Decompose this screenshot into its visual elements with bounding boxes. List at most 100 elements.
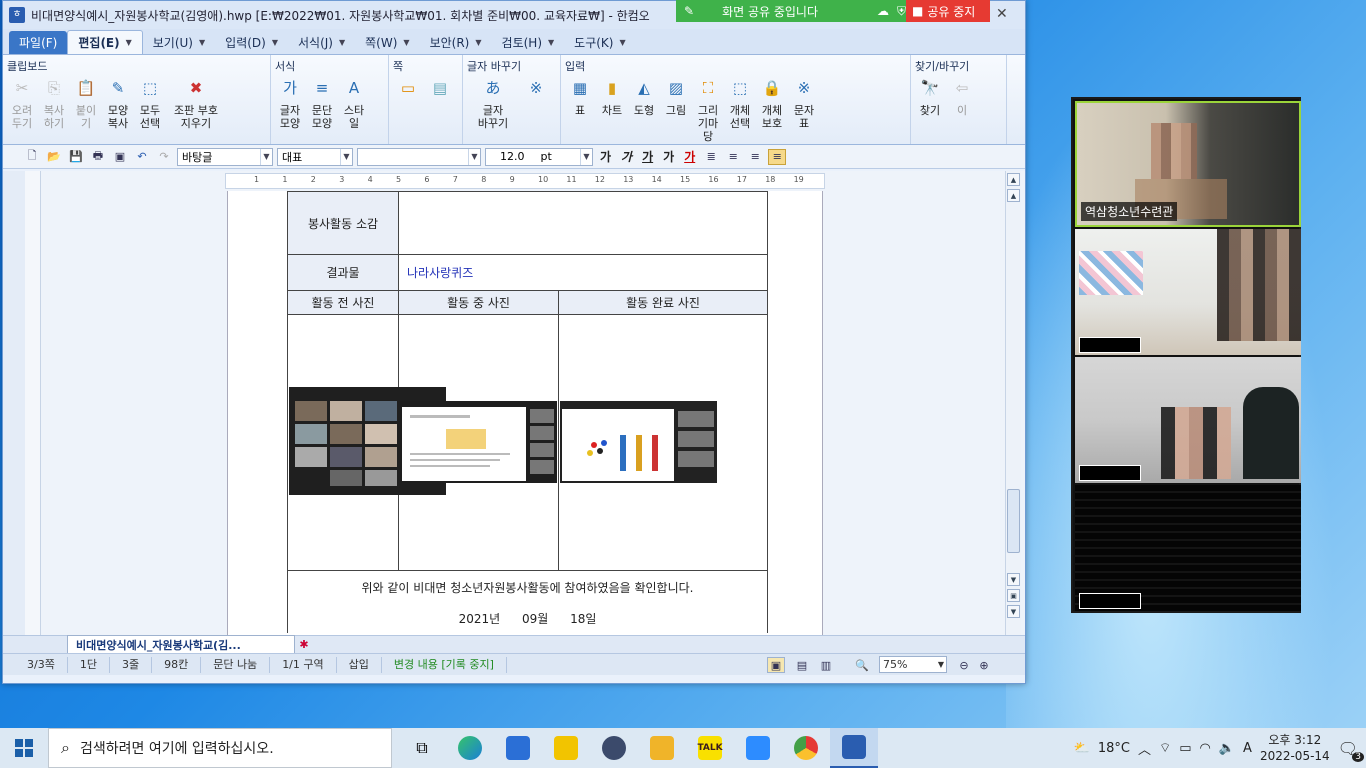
ribbon-button-clear-codes[interactable]: ✖ 조판 부호 지우기 (167, 76, 225, 130)
align-right-icon[interactable]: ≡ (768, 148, 787, 165)
photo-cell-after[interactable] (558, 314, 768, 571)
stop-share-button[interactable]: ■ 공유 중지 (906, 0, 990, 22)
align-justify-icon[interactable]: ≣ (702, 149, 720, 165)
strike-button[interactable]: 가 (660, 148, 677, 165)
video-tile-1[interactable]: 역삼청소년수련관 (1075, 101, 1301, 227)
menu-tab-3[interactable]: 입력(D) ▼ (215, 31, 288, 54)
ribbon-button-picture[interactable]: ▨ 그림 (661, 76, 691, 117)
print-preview-icon[interactable]: ▣ (111, 149, 129, 165)
chevron-down-icon[interactable]: ▼ (475, 38, 481, 47)
open-folder-icon[interactable]: 📂 (45, 149, 63, 165)
ribbon-button-copy[interactable]: ⎘ 복사하기 (39, 76, 69, 130)
language-select[interactable]: 대표 ▼ (277, 147, 353, 166)
ime-icon[interactable]: A (1243, 741, 1252, 756)
chevron-down-icon[interactable]: ▼ (339, 38, 345, 47)
ribbon-button-page[interactable]: ▭ (393, 76, 423, 104)
ribbon-button-paste[interactable]: 📋 붙이기 (71, 76, 101, 130)
menu-tab-7[interactable]: 검토(H) ▼ (492, 31, 565, 54)
ribbon-button-hanja[interactable]: ※ (521, 76, 551, 104)
menu-tab-0[interactable]: 파일(F) (9, 31, 68, 54)
menu-tab-5[interactable]: 쪽(W) ▼ (355, 31, 419, 54)
close-window-icon[interactable]: ✕ (996, 6, 1008, 22)
start-button[interactable] (0, 728, 48, 768)
notification-icon[interactable]: 🗨 3 (1338, 739, 1364, 762)
ribbon-button-char-shape[interactable]: 가 글자 모양 (275, 76, 305, 130)
ribbon-button-table[interactable]: ▦ 표 (565, 76, 595, 117)
save-icon[interactable]: 💾 (67, 149, 85, 165)
hwp-taskbar-icon[interactable] (830, 728, 878, 768)
video-tile-3[interactable] (1075, 357, 1301, 483)
video-tile-2[interactable] (1075, 229, 1301, 355)
print-icon[interactable]: 🖶 (89, 149, 107, 165)
chevron-up-icon[interactable]: ︿ (1138, 739, 1151, 758)
share-pin-icon[interactable]: ✎ (684, 4, 694, 18)
redo-icon[interactable]: ↷ (155, 149, 173, 165)
volume-icon[interactable]: 🔈 (1219, 741, 1235, 756)
ribbon-button-object-protect[interactable]: 🔒 개체 보호 (757, 76, 787, 130)
menu-tab-4[interactable]: 서식(J) ▼ (288, 31, 355, 54)
scroll-top-icon[interactable]: ▲ (1007, 173, 1020, 186)
photo-cell-before[interactable] (287, 314, 446, 571)
scroll-up-icon[interactable]: ▲ (1007, 189, 1020, 202)
view-outline-icon[interactable]: ▥ (817, 657, 835, 673)
weather-temp[interactable]: 18°C (1098, 741, 1130, 756)
zoom-select[interactable]: 75% ▼ (879, 656, 947, 673)
font-select[interactable]: ▼ (357, 147, 481, 166)
chevron-down-icon[interactable]: ▼ (126, 38, 132, 47)
status-mode[interactable]: 삽입 (337, 656, 382, 673)
quiz-screenshot[interactable] (400, 401, 557, 483)
ribbon-button-para-shape[interactable]: ≡ 문단 모양 (307, 76, 337, 130)
align-center-icon[interactable]: ≡ (746, 149, 764, 165)
horizontal-ruler[interactable]: 1 1 2 3 4 5 6 7 8 9 10 11 12 13 14 15 16 17 18 19 (225, 173, 825, 189)
confirm-cell[interactable]: 위와 같이 비대면 청소년자원봉사활동에 참여하였음을 확인합니다. 2021년… (287, 570, 768, 633)
taskbar-search[interactable]: ⌕ 검색하려면 여기에 입력하십시오. (48, 728, 392, 768)
ribbon-button-scissors[interactable]: ✂ 오려 두기 (7, 76, 37, 130)
view-normal-icon[interactable]: ▣ (767, 657, 785, 673)
zoom-out-icon[interactable]: ⊖ (955, 657, 973, 673)
document-tab[interactable]: 비대면양식예시_자원봉사학교(김... (67, 634, 295, 655)
result-value[interactable]: 나라사랑퀴즈 (398, 254, 768, 291)
impression-cell[interactable] (398, 191, 768, 255)
chevron-down-icon[interactable]: ▼ (619, 38, 625, 47)
globe-app-icon[interactable] (590, 728, 638, 768)
menu-tab-8[interactable]: 도구(K) ▼ (564, 31, 635, 54)
completion-screenshot[interactable] (560, 401, 717, 483)
video-tile-4[interactable] (1075, 485, 1301, 611)
chevron-down-icon[interactable]: ▼ (199, 38, 205, 47)
zoom-in-icon[interactable]: ⊕ (975, 657, 993, 673)
ribbon-button-clipart[interactable]: ⛶ 그리기마당 (693, 76, 723, 143)
align-left-icon[interactable]: ≡ (724, 149, 742, 165)
status-track-changes[interactable]: 변경 내용 [기록 중지] (382, 656, 507, 673)
ribbon-button-page-layout[interactable]: ▤ (425, 76, 455, 104)
ribbon-button-style[interactable]: A 스타일 (339, 76, 369, 130)
ribbon-button-char-replace[interactable]: あ 글자 바꾸기 (467, 76, 519, 130)
edge-icon[interactable] (446, 728, 494, 768)
bold-button[interactable]: 가 (597, 148, 614, 165)
ribbon-button-find[interactable]: 🔭 찾기 (915, 76, 945, 117)
ribbon-button-prev[interactable]: ⇦ 이 (947, 76, 977, 117)
ribbon-button-shape[interactable]: ◭ 도형 (629, 76, 659, 117)
ribbon-button-chart[interactable]: ▮ 차트 (597, 76, 627, 117)
menu-tab-6[interactable]: 보안(R) ▼ (420, 31, 492, 54)
ribbon-button-select-all[interactable]: ⬚ 모두 선택 (135, 76, 165, 130)
ribbon-button-object-select[interactable]: ⬚ 개체 선택 (725, 76, 755, 130)
page-next-icon[interactable]: ▼ (1007, 605, 1020, 618)
new-doc-icon[interactable]: 🗋 (23, 149, 41, 165)
chrome-icon[interactable] (782, 728, 830, 768)
menu-tab-2[interactable]: 보기(U) ▼ (143, 31, 215, 54)
style-select[interactable]: 바탕글 ▼ (177, 147, 273, 166)
kakaotalk-icon[interactable]: TALK (686, 728, 734, 768)
page-prev-icon[interactable]: ▣ (1007, 589, 1020, 602)
chevron-down-icon[interactable]: ▼ (548, 38, 554, 47)
scroll-down-icon[interactable]: ▼ (1007, 573, 1020, 586)
chevron-down-icon[interactable]: ▼ (272, 38, 278, 47)
file-explorer-icon[interactable] (638, 728, 686, 768)
font-color-button[interactable]: 가 (681, 148, 698, 165)
underline-button[interactable]: 가 (639, 148, 656, 165)
document-page[interactable]: 봉사활동 소감 결과물 나라사랑퀴즈 활동 전 사진 활동 중 사진 활동 완료… (227, 191, 823, 635)
ribbon-button-format-painter[interactable]: ✎ 모양 복사 (103, 76, 133, 130)
view-web-icon[interactable]: ▤ (793, 657, 811, 673)
zoom-magnifier-icon[interactable]: 🔍 (853, 657, 871, 673)
scroll-thumb[interactable] (1007, 489, 1020, 553)
zoom-app-icon[interactable] (734, 728, 782, 768)
